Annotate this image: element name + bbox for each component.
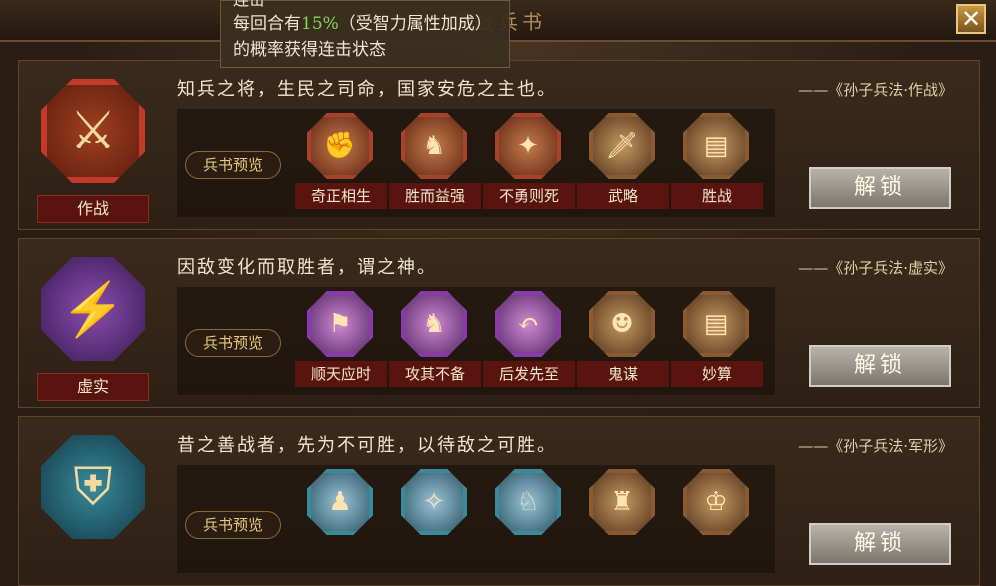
- skill-item[interactable]: ♞ 攻其不备: [389, 291, 481, 391]
- skill-label: 攻其不备: [389, 361, 481, 387]
- general-icon: ♔: [683, 469, 749, 535]
- book-source: ——《孙子兵法·作战》: [798, 81, 953, 99]
- unlock-button[interactable]: 解锁: [809, 167, 951, 209]
- book-panel-junxing: ⛨ 昔之善战者，先为不可胜，以待敌之可胜。 ——《孙子兵法·军形》 兵书预览 ♟…: [18, 416, 980, 586]
- warrior-icon: ♞: [401, 113, 467, 179]
- skill-item[interactable]: ✊ 奇正相生: [295, 113, 387, 213]
- crossed-swords-icon[interactable]: ⚔: [41, 79, 145, 183]
- tooltip-heading: 连击: [233, 0, 265, 13]
- skill-label: 鬼谋: [577, 361, 669, 387]
- rider-icon: ♘: [495, 469, 561, 535]
- book-quote: 昔之善战者，先为不可胜，以待敌之可胜。: [177, 435, 557, 456]
- skill-item[interactable]: ♜: [577, 469, 669, 569]
- book-quote: 知兵之将，生民之司命，国家安危之主也。: [177, 79, 557, 100]
- skill-item[interactable]: ▤ 胜战: [671, 113, 763, 213]
- skill-label: 顺天应时: [295, 361, 387, 387]
- eagle-icon: ✧: [401, 469, 467, 535]
- skill-label: 奇正相生: [295, 183, 387, 209]
- tooltip-percentage: 15%: [301, 14, 339, 34]
- banner-icon: ⚑: [307, 291, 373, 357]
- unlock-button[interactable]: 解锁: [809, 345, 951, 387]
- skill-label: 武略: [577, 183, 669, 209]
- warrior-icon: ♞: [401, 291, 467, 357]
- tooltip-text-pre: 每回合有: [233, 14, 301, 34]
- fist-icon: ✊: [307, 113, 373, 179]
- skill-label: 胜战: [671, 183, 763, 209]
- flame-icon: ✦: [495, 113, 561, 179]
- skill-row: 兵书预览 ⚑ 顺天应时 ♞ 攻其不备 ↶ 后发先至 ☻ 鬼谋 ▤ 妙算: [177, 287, 775, 395]
- skill-item[interactable]: ♔: [671, 469, 763, 569]
- skill-item[interactable]: ♟: [295, 469, 387, 569]
- skill-row: 兵书预览 ♟ ✧ ♘ ♜ ♔: [177, 465, 775, 573]
- skill-item[interactable]: ♞ 胜而益强: [389, 113, 481, 213]
- book-panel-xushi: ⚡ 虚实 因敌变化而取胜者，谓之神。 ——《孙子兵法·虚实》 兵书预览 ⚑ 顺天应…: [18, 238, 980, 408]
- book-name: 虚实: [37, 373, 149, 401]
- lightning-icon[interactable]: ⚡: [41, 257, 145, 361]
- unlock-button[interactable]: 解锁: [809, 523, 951, 565]
- skill-label: 后发先至: [483, 361, 575, 387]
- skill-label: 不勇则死: [483, 183, 575, 209]
- book-quote: 因敌变化而取胜者，谓之神。: [177, 257, 437, 278]
- skill-item[interactable]: ↶ 后发先至: [483, 291, 575, 391]
- skill-label: 胜而益强: [389, 183, 481, 209]
- soldiers-icon: ♟: [307, 469, 373, 535]
- book-name: 作战: [37, 195, 149, 223]
- arc-arrow-icon: ↶: [495, 291, 561, 357]
- skill-item[interactable]: ☻ 鬼谋: [577, 291, 669, 391]
- skill-label: 妙算: [671, 361, 763, 387]
- skill-item[interactable]: ✧: [389, 469, 481, 569]
- close-button[interactable]: ✕: [956, 4, 986, 34]
- scroll-icon: ▤: [683, 291, 749, 357]
- book-panel-zuozhan: ⚔ 作战 知兵之将，生民之司命，国家安危之主也。 ——《孙子兵法·作战》 兵书预…: [18, 60, 980, 230]
- skill-item[interactable]: ⚑ 顺天应时: [295, 291, 387, 391]
- preview-button[interactable]: 兵书预览: [185, 511, 281, 539]
- book-source: ——《孙子兵法·军形》: [798, 437, 953, 455]
- skill-item[interactable]: ✦ 不勇则死: [483, 113, 575, 213]
- book-source: ——《孙子兵法·虚实》: [798, 259, 953, 277]
- shield-arrows-icon[interactable]: ⛨: [41, 435, 145, 539]
- skill-item[interactable]: ▤ 妙算: [671, 291, 763, 391]
- mask-icon: ☻: [589, 291, 655, 357]
- skill-tooltip: 连击 每回合有15%（受智力属性加成）的概率获得连击状态: [220, 0, 510, 68]
- scroll-icon: ▤: [683, 113, 749, 179]
- preview-button[interactable]: 兵书预览: [185, 329, 281, 357]
- skill-item[interactable]: 🗡 武略: [577, 113, 669, 213]
- preview-button[interactable]: 兵书预览: [185, 151, 281, 179]
- skill-item[interactable]: ♘: [483, 469, 575, 569]
- fortress-icon: ♜: [589, 469, 655, 535]
- sword-icon: 🗡: [589, 113, 655, 179]
- skill-row: 兵书预览 ✊ 奇正相生 ♞ 胜而益强 ✦ 不勇则死 🗡 武略 ▤ 胜战: [177, 109, 775, 217]
